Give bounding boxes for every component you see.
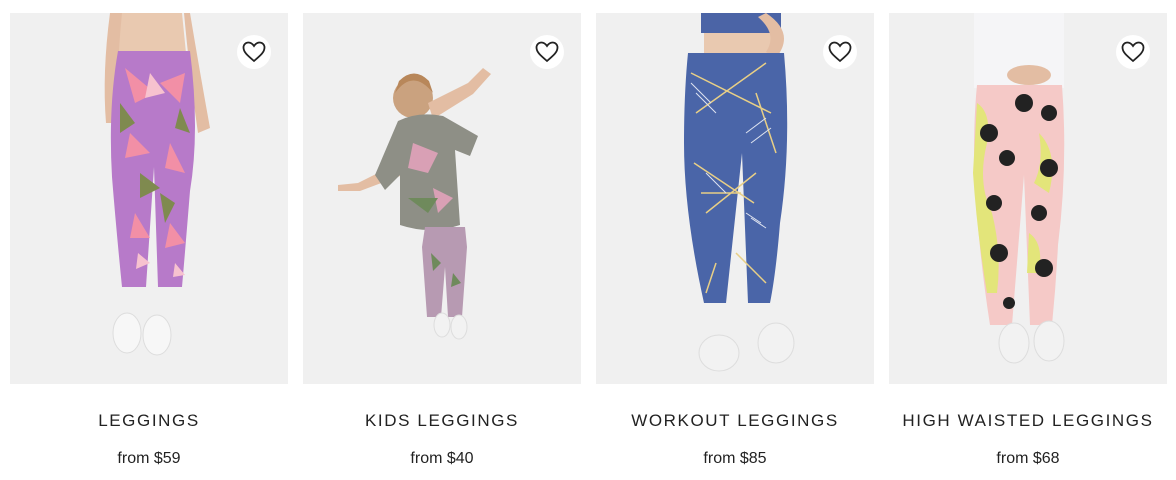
workout-leggings-photo [684, 13, 795, 372]
product-card[interactable]: KIDS LEGGINGS from $40 [303, 13, 581, 468]
product-price: from $85 [703, 450, 767, 467]
product-price: from $59 [117, 450, 181, 467]
heart-outline-icon [828, 41, 852, 63]
product-title[interactable]: WORKOUT LEGGINGS [596, 411, 874, 431]
product-title[interactable]: KIDS LEGGINGS [303, 411, 581, 431]
product-title[interactable]: LEGGINGS [10, 411, 288, 431]
heart-outline-icon [1121, 41, 1145, 63]
product-card[interactable]: HIGH WAISTED LEGGINGS from $68 [889, 13, 1167, 468]
favorite-button[interactable] [237, 35, 271, 69]
heart-outline-icon [242, 41, 266, 63]
kids-leggings-photo [338, 68, 491, 340]
product-image[interactable] [10, 13, 288, 384]
heart-outline-icon [535, 41, 559, 63]
product-grid: LEGGINGS from $59 KIDS LEGGINGS from $40… [0, 0, 1176, 480]
product-card[interactable]: WORKOUT LEGGINGS from $85 [596, 13, 874, 468]
product-card[interactable]: LEGGINGS from $59 [10, 13, 288, 468]
product-image[interactable] [303, 13, 581, 384]
leggings-photo [104, 13, 210, 356]
product-price: from $40 [410, 450, 474, 467]
favorite-button[interactable] [1116, 35, 1150, 69]
high-waisted-leggings-photo [973, 13, 1065, 364]
favorite-button[interactable] [823, 35, 857, 69]
product-title[interactable]: HIGH WAISTED LEGGINGS [889, 411, 1167, 431]
product-image[interactable] [889, 13, 1167, 384]
product-image[interactable] [596, 13, 874, 384]
favorite-button[interactable] [530, 35, 564, 69]
product-price: from $68 [996, 450, 1060, 467]
